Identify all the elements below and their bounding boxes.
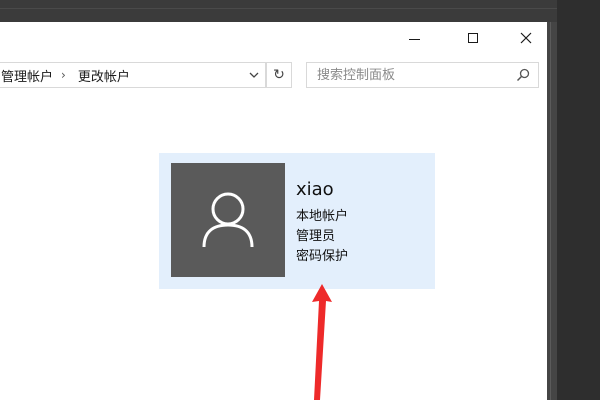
maximize-button[interactable]: [449, 22, 497, 54]
background-right-panel: [557, 0, 600, 400]
breadcrumb-manage-accounts[interactable]: 管理帐户: [0, 66, 53, 85]
search-icon: [516, 68, 530, 82]
maximize-icon: [468, 33, 478, 43]
minimize-button[interactable]: [390, 22, 438, 54]
close-icon: [520, 32, 532, 44]
breadcrumb-change-account[interactable]: 更改帐户: [74, 66, 130, 85]
avatar[interactable]: [171, 163, 285, 277]
search-input[interactable]: [307, 63, 517, 87]
address-history-dropdown[interactable]: [243, 63, 265, 87]
refresh-button[interactable]: ↻: [266, 62, 292, 88]
search-box[interactable]: [306, 62, 539, 88]
title-bar[interactable]: [0, 22, 547, 54]
address-bar[interactable]: 管理帐户 › 更改帐户: [0, 62, 266, 88]
minimize-icon: [408, 38, 420, 40]
breadcrumb-separator-icon[interactable]: ›: [53, 68, 74, 82]
window-scrollbar-edge[interactable]: [547, 22, 557, 400]
chevron-down-icon: [249, 72, 259, 78]
account-password-status: 密码保护: [296, 249, 349, 264]
refresh-icon: ↻: [273, 67, 285, 83]
account-role: 管理员: [296, 229, 336, 244]
control-panel-window: 管理帐户 › 更改帐户 ↻ xiao 本地帐户 管理员 密码保护: [0, 22, 547, 400]
account-name: xiao: [296, 179, 334, 200]
close-button[interactable]: [502, 22, 547, 54]
account-card[interactable]: xiao 本地帐户 管理员 密码保护: [159, 153, 435, 289]
user-icon: [202, 192, 254, 248]
red-arrow-annotation: [312, 284, 332, 400]
background-top-strip: [0, 0, 600, 22]
account-type: 本地帐户: [296, 209, 349, 224]
